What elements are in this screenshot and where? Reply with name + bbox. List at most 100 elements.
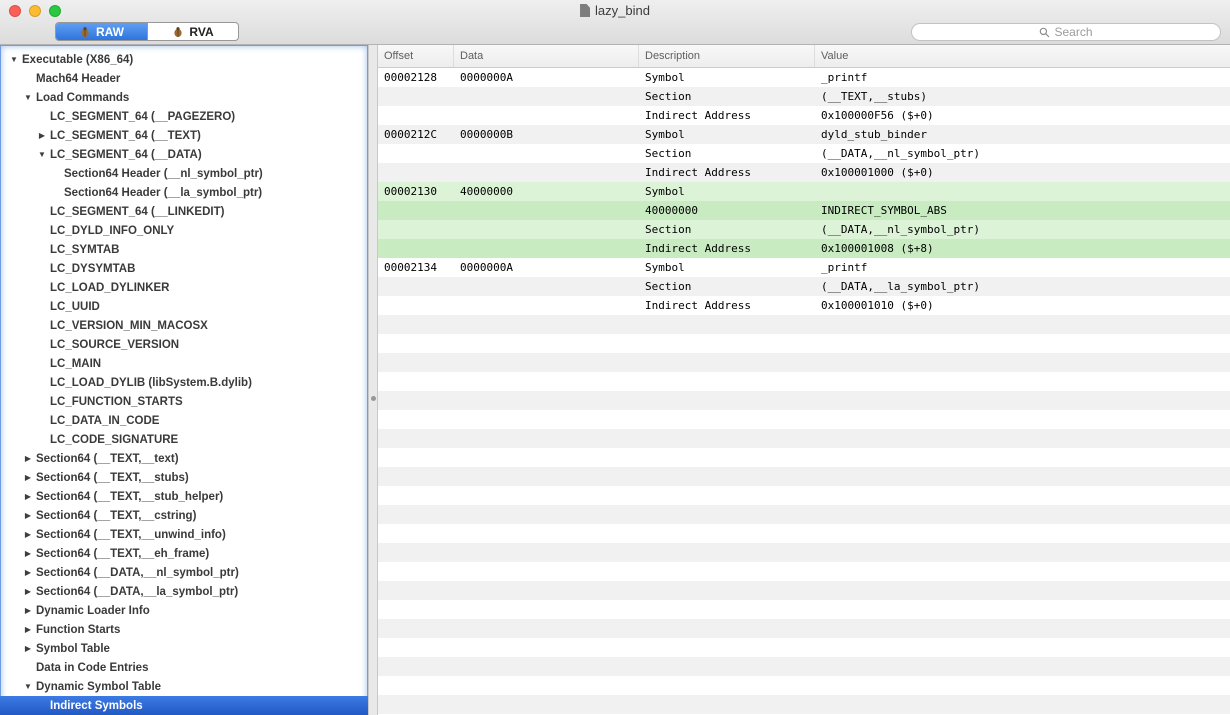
table-filler-row [378, 467, 1230, 486]
cell-value [815, 410, 1230, 429]
search-input[interactable]: Search [911, 23, 1221, 41]
sidebar-item[interactable]: ▶ Section64 (__TEXT,__cstring) [0, 506, 368, 525]
sidebar-item[interactable]: ▶ Section64 (__DATA,__la_symbol_ptr) [0, 582, 368, 601]
sidebar-item[interactable]: LC_SEGMENT_64 (__PAGEZERO) [0, 107, 368, 126]
sidebar-item[interactable]: ▶ Dynamic Loader Info [0, 601, 368, 620]
cell-value: 0x100001008 ($+8) [821, 242, 934, 255]
cell-description: Indirect Address [645, 242, 751, 255]
sidebar-item[interactable]: ▶ Section64 (__TEXT,__eh_frame) [0, 544, 368, 563]
cell-value [815, 562, 1230, 581]
sidebar-item[interactable]: LC_SEGMENT_64 (__LINKEDIT) [0, 202, 368, 221]
tab-rva[interactable]: RVA [147, 23, 238, 40]
tab-raw[interactable]: RAW [56, 23, 147, 40]
disclosure-right-icon[interactable]: ▶ [22, 568, 34, 577]
disclosure-right-icon[interactable]: ▶ [22, 492, 34, 501]
sidebar-item[interactable]: Section64 Header (__nl_symbol_ptr) [0, 164, 368, 183]
cell-offset [378, 106, 454, 125]
table-filler-row [378, 638, 1230, 657]
disclosure-right-icon[interactable]: ▶ [22, 587, 34, 596]
sidebar-item-label: Dynamic Loader Info [36, 604, 150, 617]
column-header-offset[interactable]: Offset [378, 45, 454, 67]
sidebar-item[interactable]: Indirect Symbols [0, 696, 368, 715]
disclosure-down-icon[interactable]: ▼ [22, 93, 34, 102]
sidebar-item[interactable]: LC_LOAD_DYLINKER [0, 278, 368, 297]
cell-description [639, 505, 815, 524]
sidebar-item[interactable]: ▶ Function Starts [0, 620, 368, 639]
sidebar-item[interactable]: ▶ Section64 (__TEXT,__text) [0, 449, 368, 468]
sidebar-item[interactable]: LC_SOURCE_VERSION [0, 335, 368, 354]
cell-offset [378, 410, 454, 429]
table-row[interactable]: Indirect Address 0x100001008 ($+8) [378, 239, 1230, 258]
cell-value: 0x100001010 ($+0) [821, 299, 934, 312]
cell-offset [378, 638, 454, 657]
sidebar-item[interactable]: LC_DYLD_INFO_ONLY [0, 221, 368, 240]
column-header-value[interactable]: Value [815, 45, 1230, 67]
sidebar-item[interactable]: Data in Code Entries [0, 658, 368, 677]
sidebar-item-label: Dynamic Symbol Table [36, 680, 162, 693]
sidebar-item[interactable]: LC_VERSION_MIN_MACOSX [0, 316, 368, 335]
sidebar-item[interactable]: LC_UUID [0, 297, 368, 316]
sidebar-item[interactable]: Mach64 Header [0, 69, 368, 88]
table-row[interactable]: 00002128 0000000A Symbol _printf [378, 68, 1230, 87]
sidebar-item[interactable]: LC_SYMTAB [0, 240, 368, 259]
disclosure-right-icon[interactable]: ▶ [22, 549, 34, 558]
column-header-data[interactable]: Data [454, 45, 639, 67]
sidebar-item[interactable]: LC_DATA_IN_CODE [0, 411, 368, 430]
cell-offset [378, 429, 454, 448]
cell-description: Indirect Address [645, 166, 751, 179]
cell-value: _printf [821, 261, 868, 274]
sidebar-item[interactable]: ▼ LC_SEGMENT_64 (__DATA) [0, 145, 368, 164]
table-row[interactable]: Section (__DATA,__nl_symbol_ptr) [378, 220, 1230, 239]
table-row[interactable]: Indirect Address 0x100000F56 ($+0) [378, 106, 1230, 125]
disclosure-down-icon[interactable]: ▼ [36, 150, 48, 159]
sidebar-item[interactable]: ▶ Section64 (__TEXT,__stub_helper) [0, 487, 368, 506]
sidebar-item-label: LC_DATA_IN_CODE [50, 414, 160, 427]
cell-value [815, 524, 1230, 543]
sidebar-item[interactable]: Section64 Header (__la_symbol_ptr) [0, 183, 368, 202]
sidebar-item[interactable]: ▶ Symbol Table [0, 639, 368, 658]
disclosure-right-icon[interactable]: ▶ [22, 606, 34, 615]
disclosure-down-icon[interactable]: ▼ [22, 682, 34, 691]
table-row[interactable]: Section (__DATA,__nl_symbol_ptr) [378, 144, 1230, 163]
sidebar-item[interactable]: ▶ Section64 (__DATA,__nl_symbol_ptr) [0, 563, 368, 582]
disclosure-right-icon[interactable]: ▶ [22, 530, 34, 539]
cell-offset [378, 524, 454, 543]
disclosure-right-icon[interactable]: ▶ [22, 625, 34, 634]
cell-description [639, 543, 815, 562]
disclosure-right-icon[interactable]: ▶ [22, 473, 34, 482]
table-row[interactable]: 00002134 0000000A Symbol _printf [378, 258, 1230, 277]
table-row[interactable]: 00002130 40000000 Symbol [378, 182, 1230, 201]
table-row[interactable]: Section (__TEXT,__stubs) [378, 87, 1230, 106]
table-row[interactable]: 0000212C 0000000B Symbol dyld_stub_binder [378, 125, 1230, 144]
sidebar-item[interactable]: LC_DYSYMTAB [0, 259, 368, 278]
cell-offset [378, 87, 454, 106]
column-header-description[interactable]: Description [639, 45, 815, 67]
disclosure-right-icon[interactable]: ▶ [22, 454, 34, 463]
sidebar-item[interactable]: ▼ Executable (X86_64) [0, 50, 368, 69]
sidebar-item[interactable]: LC_FUNCTION_STARTS [0, 392, 368, 411]
sidebar-item[interactable]: ▼ Load Commands [0, 88, 368, 107]
cell-data [454, 486, 639, 505]
disclosure-down-icon[interactable]: ▼ [8, 55, 20, 64]
disclosure-right-icon[interactable]: ▶ [22, 644, 34, 653]
cell-offset [378, 353, 454, 372]
table-row[interactable]: Indirect Address 0x100001000 ($+0) [378, 163, 1230, 182]
disclosure-right-icon[interactable]: ▶ [36, 131, 48, 140]
sidebar-item[interactable]: ▼ Dynamic Symbol Table [0, 677, 368, 696]
pane-splitter[interactable] [368, 45, 378, 715]
cell-value: 0x100000F56 ($+0) [821, 109, 934, 122]
sidebar-item[interactable]: ▶ Section64 (__TEXT,__stubs) [0, 468, 368, 487]
cell-offset [378, 372, 454, 391]
splitter-handle-icon[interactable] [371, 396, 376, 401]
table-row[interactable]: Indirect Address 0x100001010 ($+0) [378, 296, 1230, 315]
disclosure-right-icon[interactable]: ▶ [22, 511, 34, 520]
cell-data [454, 87, 639, 106]
sidebar-item[interactable]: LC_CODE_SIGNATURE [0, 430, 368, 449]
cell-data [454, 505, 639, 524]
sidebar-item[interactable]: LC_MAIN [0, 354, 368, 373]
table-row[interactable]: 40000000 INDIRECT_SYMBOL_ABS [378, 201, 1230, 220]
sidebar-item[interactable]: LC_LOAD_DYLIB (libSystem.B.dylib) [0, 373, 368, 392]
sidebar-item[interactable]: ▶ Section64 (__TEXT,__unwind_info) [0, 525, 368, 544]
table-row[interactable]: Section (__DATA,__la_symbol_ptr) [378, 277, 1230, 296]
sidebar-item[interactable]: ▶ LC_SEGMENT_64 (__TEXT) [0, 126, 368, 145]
